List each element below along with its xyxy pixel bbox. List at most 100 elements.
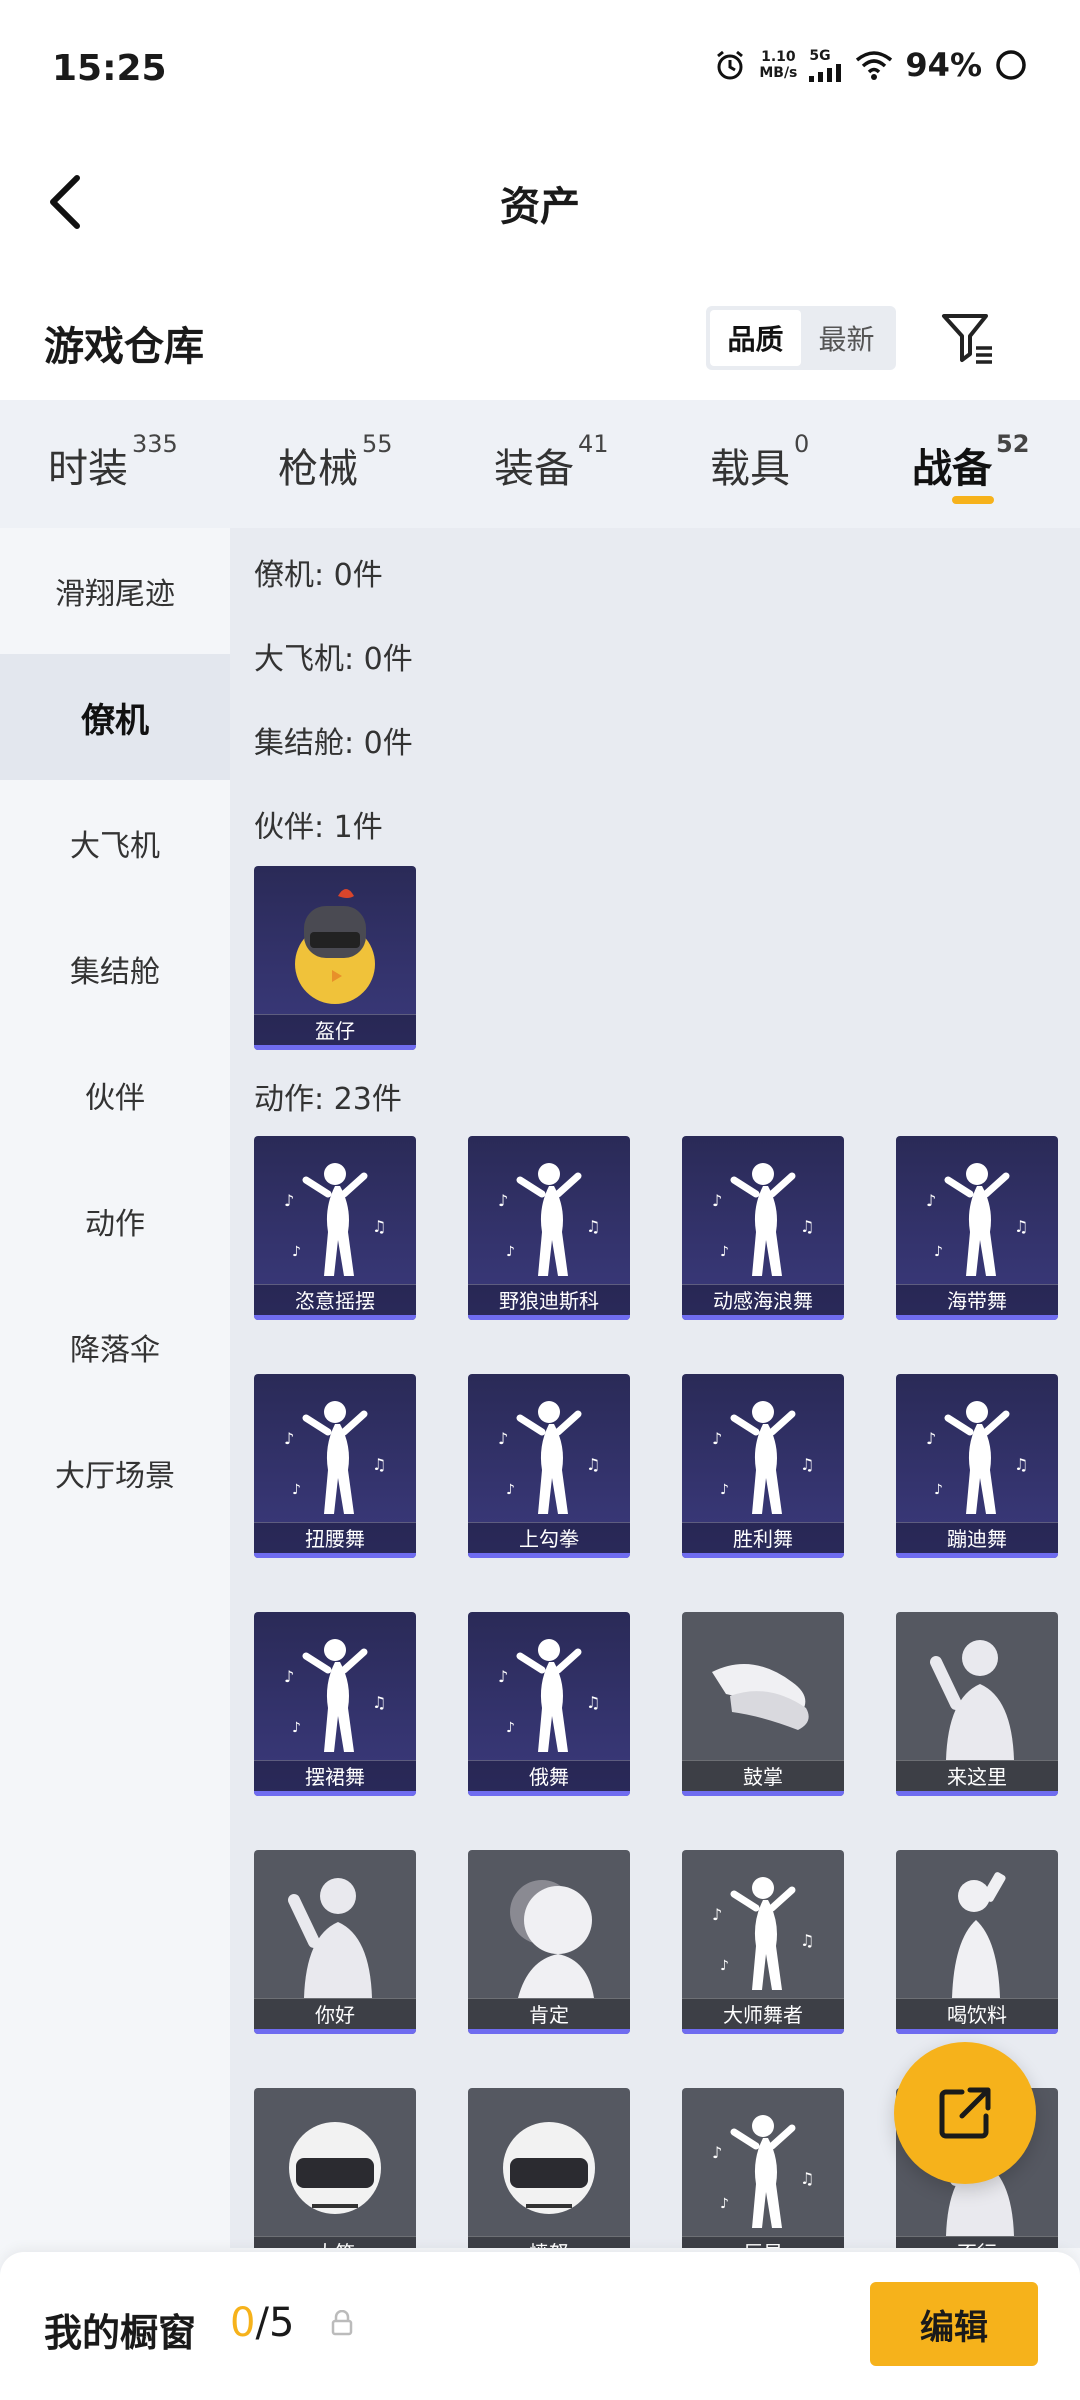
sidebar-item-emote[interactable]: 动作	[0, 1158, 230, 1284]
item-name: 大师舞者	[682, 1998, 844, 2030]
tab-gear[interactable]: 装备41	[494, 430, 609, 494]
item-name: 上勾拳	[468, 1522, 630, 1554]
item-card[interactable]: 海带舞	[896, 1136, 1058, 1320]
sidebar-item-glide-trail[interactable]: 滑翔尾迹	[0, 528, 230, 654]
share-fab-button[interactable]	[894, 2042, 1036, 2184]
item-name: 盔仔	[254, 1014, 416, 1046]
sort-quality[interactable]: 品质	[710, 310, 801, 366]
item-card[interactable]: 肯定	[468, 1850, 630, 2034]
emote-dancer-image	[896, 1136, 1058, 1284]
item-card[interactable]: 盔仔	[254, 866, 416, 1050]
sidebar-item-lobby-scene[interactable]: 大厅场景	[0, 1410, 230, 1536]
page-title: 资产	[500, 184, 580, 230]
tab-readiness[interactable]: 战备52	[912, 430, 1029, 494]
emote-nod-image	[510, 1880, 594, 1998]
emote-dancer-image	[468, 1612, 630, 1760]
item-name: 巨星	[682, 2236, 844, 2248]
group-label-assembly-pod: 集结舱: 0件	[254, 726, 413, 761]
emote-helmet-image	[501, 2120, 597, 2216]
item-card[interactable]: 野狼迪斯科	[468, 1136, 630, 1320]
item-name: 鼓掌	[682, 1760, 844, 1792]
net-speed: 1.10 MB/s	[759, 49, 798, 81]
status-time: 15:25	[52, 48, 167, 89]
emote-dancer-image	[682, 1374, 844, 1522]
alarm-icon	[717, 50, 744, 80]
emote-dancer-image	[682, 1850, 844, 1998]
item-name: 海带舞	[896, 1284, 1058, 1316]
group-label-big-plane: 大飞机: 0件	[254, 642, 413, 677]
item-card[interactable]: 俄舞	[468, 1612, 630, 1796]
sidebar-item-assembly-pod[interactable]: 集结舱	[0, 906, 230, 1032]
item-name: 大笑	[254, 2236, 416, 2248]
group-label-wingman: 僚机: 0件	[254, 558, 383, 593]
companion-chick-image	[295, 889, 375, 1004]
item-card[interactable]: 扭腰舞	[254, 1374, 416, 1558]
item-name: 你好	[254, 1998, 416, 2030]
sidebar-item-big-plane[interactable]: 大飞机	[0, 780, 230, 906]
emote-dancer-image	[254, 1374, 416, 1522]
item-card[interactable]: 蹦迪舞	[896, 1374, 1058, 1558]
top-bar: 资产	[0, 140, 1080, 270]
item-name: 胜利舞	[682, 1522, 844, 1554]
item-card[interactable]: 摆裙舞	[254, 1612, 416, 1796]
item-name: 扭腰舞	[254, 1522, 416, 1554]
tab-vehicles[interactable]: 载具0	[710, 430, 809, 494]
sort-newest[interactable]: 最新	[801, 310, 892, 366]
section-header: 游戏仓库 品质 最新	[0, 270, 1080, 400]
item-card[interactable]: 来这里	[896, 1612, 1058, 1796]
status-icons: 1.10 MB/s 5G 94%	[713, 46, 1028, 84]
item-card[interactable]: 大笑	[254, 2088, 416, 2248]
item-name: 愤怒	[468, 2236, 630, 2248]
item-card[interactable]: 动感海浪舞	[682, 1136, 844, 1320]
sidebar-item-parachute[interactable]: 降落伞	[0, 1284, 230, 1410]
item-list: ♪♫♪ 僚机: 0件 大飞机: 0件 集结舱: 0件 伙伴: 1件 盔仔 动作:…	[230, 528, 1080, 2248]
item-card[interactable]: 愤怒	[468, 2088, 630, 2248]
showcase-bar: 我的橱窗 0/5 编辑	[0, 2252, 1080, 2400]
sidebar-item-wingman[interactable]: 僚机	[0, 654, 230, 780]
item-name: 蹦迪舞	[896, 1522, 1058, 1554]
item-card[interactable]: 胜利舞	[682, 1374, 844, 1558]
emote-dancer-image	[468, 1136, 630, 1284]
item-name: 俄舞	[468, 1760, 630, 1792]
status-bar: 15:25 1.10 MB/s 5G 94%	[0, 0, 1080, 140]
emote-drink-image	[952, 1872, 1006, 1998]
item-card[interactable]: 恣意摇摆	[254, 1136, 416, 1320]
item-name: 肯定	[468, 1998, 630, 2030]
sort-toggle: 品质 最新	[706, 306, 896, 370]
share-icon	[939, 2087, 991, 2139]
tab-fashion[interactable]: 时装335	[48, 430, 178, 494]
emote-dancer-image	[468, 1374, 630, 1522]
group-label-companion: 伙伴: 1件	[254, 810, 383, 845]
battery-percent: 94%	[905, 46, 982, 84]
group-label-emote: 动作: 23件	[254, 1082, 402, 1117]
item-name: 野狼迪斯科	[468, 1284, 630, 1316]
emote-dancer-image	[896, 1374, 1058, 1522]
item-card[interactable]: 你好	[254, 1850, 416, 2034]
item-card[interactable]: 喝饮料	[896, 1850, 1058, 2034]
emote-helmet-image	[287, 2120, 383, 2216]
signal-icon: 5G	[809, 48, 843, 82]
item-name: 摆裙舞	[254, 1760, 416, 1792]
emote-clap-image	[712, 1664, 809, 1730]
sidebar-item-companion[interactable]: 伙伴	[0, 1032, 230, 1158]
item-name: 喝饮料	[896, 1998, 1058, 2030]
emote-dancer-image	[682, 2088, 844, 2236]
emote-dancer-image	[254, 1612, 416, 1760]
tab-guns[interactable]: 枪械55	[278, 430, 393, 494]
item-card[interactable]: 鼓掌	[682, 1612, 844, 1796]
filter-icon	[942, 314, 992, 364]
lock-icon	[331, 2310, 353, 2336]
emote-gesture-image	[896, 1612, 1058, 1760]
edit-button[interactable]: 编辑	[870, 2282, 1038, 2366]
item-card[interactable]: 大师舞者	[682, 1850, 844, 2034]
item-card[interactable]: 巨星	[682, 2088, 844, 2248]
wifi-icon	[856, 51, 893, 80]
emote-dancer-image	[254, 1136, 416, 1284]
active-tab-indicator	[952, 496, 994, 504]
filter-button[interactable]	[938, 308, 998, 368]
item-name: 恣意摇摆	[254, 1284, 416, 1316]
item-name: 动感海浪舞	[682, 1284, 844, 1316]
emote-gesture-image	[254, 1850, 416, 1998]
item-card[interactable]: 上勾拳	[468, 1374, 630, 1558]
section-title: 游戏仓库	[44, 324, 204, 370]
